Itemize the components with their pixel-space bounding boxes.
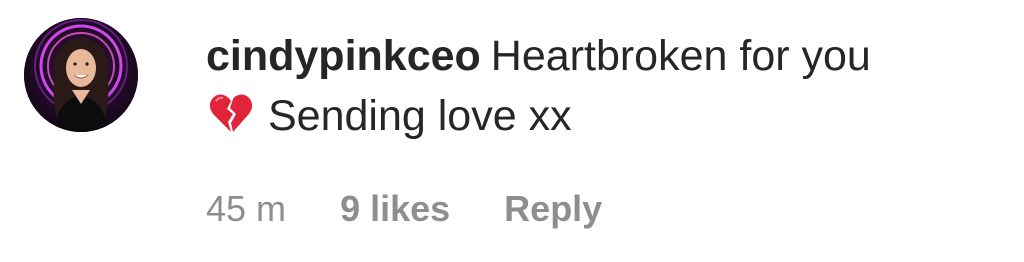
avatar[interactable] [24,18,138,132]
likes-count[interactable]: 9 likes [340,188,450,229]
comment-text-line-1: cindypinkceo Heartbroken for you [206,26,1008,86]
comment-text-continued: Sending love xx [268,92,572,140]
comment-body: cindypinkceo Heartbroken for you Sending … [206,26,1008,146]
comment: cindypinkceo Heartbroken for you Sending … [0,0,1024,262]
avatar-image [24,18,138,132]
broken-heart-icon [209,94,253,132]
username-link[interactable]: cindypinkceo [206,32,481,80]
reply-button[interactable]: Reply [504,188,602,229]
comment-text-line-2: Sending love xx [206,86,1008,146]
timestamp[interactable]: 45 m [206,188,286,229]
comment-meta: 45 m 9 likes Reply [206,182,646,236]
comment-text: Heartbroken for you [490,32,871,80]
